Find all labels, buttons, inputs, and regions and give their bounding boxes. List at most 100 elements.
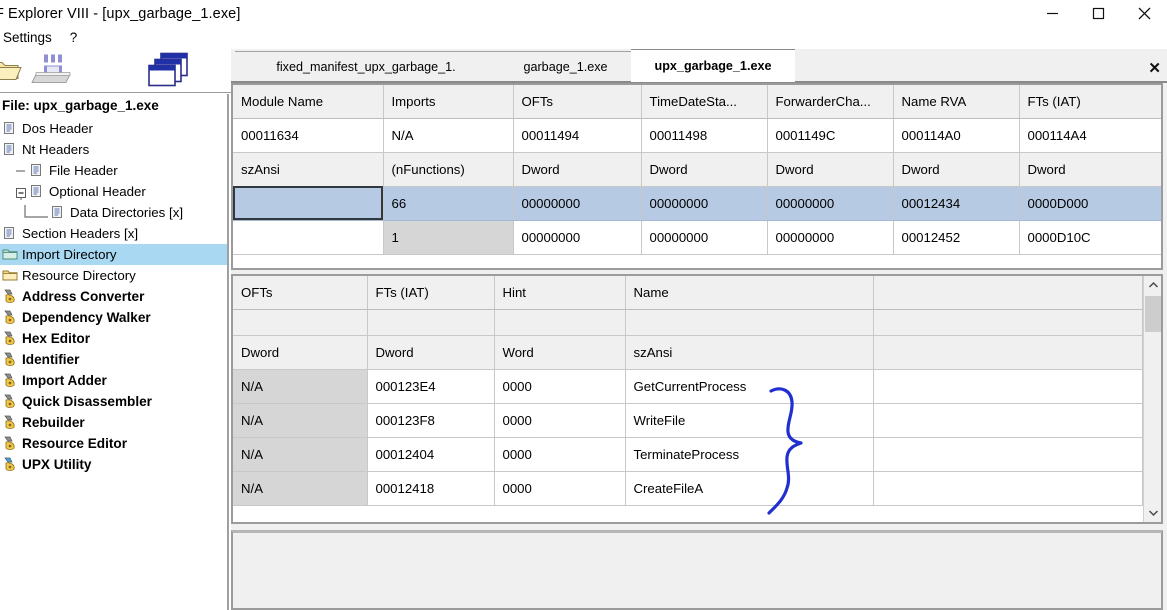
data-cell[interactable]: 0000D000	[1019, 186, 1161, 221]
sidebar-item-label: Resource Editor	[22, 436, 127, 451]
sidebar-item-upx-utility[interactable]: UPX Utility	[0, 454, 227, 475]
tool-icon	[2, 373, 19, 389]
sidebar-item-quick-disassembler[interactable]: Quick Disassembler	[0, 391, 227, 412]
column-header[interactable]: ForwarderCha...	[767, 85, 894, 119]
data-cell[interactable]: 00000000	[513, 220, 642, 255]
table-row[interactable]: szAnsi (nFunctions) Dword Dword Dword Dword Dw…	[233, 152, 1161, 187]
table-header-row: OFTs FTs (IAT) Hint Name	[233, 276, 1143, 310]
data-cell[interactable]: 0000	[494, 403, 626, 438]
sidebar-tree-panel[interactable]: File: upx_garbage_1.exe Dos Header Nt Hea…	[0, 94, 229, 610]
sidebar-item-resource-editor[interactable]: Resource Editor	[0, 433, 227, 454]
sidebar-item-address-converter[interactable]: Address Converter	[0, 286, 227, 307]
data-cell[interactable]: 00000000	[767, 186, 894, 221]
menu-help[interactable]: ?	[61, 27, 87, 49]
menu-settings[interactable]: Settings	[0, 27, 61, 49]
data-cell[interactable]: N/A	[233, 369, 368, 404]
column-header[interactable]: OFTs	[233, 276, 368, 310]
sidebar-item-file-header[interactable]: File Header	[0, 160, 227, 181]
data-cell[interactable]: 00012418	[367, 471, 495, 506]
data-cell[interactable]: 00000000	[641, 186, 768, 221]
data-cell[interactable]: N/A	[233, 437, 368, 472]
sidebar-item-rebuilder[interactable]: Rebuilder	[0, 412, 227, 433]
scrollbar-thumb[interactable]	[1145, 296, 1161, 332]
sidebar-item-data-directories-x[interactable]: Data Directories [x]	[0, 202, 227, 223]
data-cell[interactable]: 00000000	[641, 220, 768, 255]
table-row[interactable]: 66 00000000 00000000 00000000 00012434 0000D0…	[233, 186, 1161, 221]
sidebar-item-label: Import Adder	[22, 373, 107, 388]
table-row[interactable]: N/A 000123E4 0000 GetCurrentProcess	[233, 369, 1143, 404]
data-cell[interactable]: N/A	[233, 403, 368, 438]
thunk-vertical-scrollbar[interactable]	[1143, 276, 1161, 522]
thunk-table[interactable]: OFTs FTs (IAT) Hint Name Dword Dword Word szAns…	[233, 276, 1143, 506]
data-cell[interactable]: 0000	[494, 369, 626, 404]
scroll-down-icon[interactable]	[1144, 504, 1161, 522]
column-header[interactable]: TimeDateSta...	[641, 85, 768, 119]
tool-icon	[2, 415, 19, 431]
thunk-grid[interactable]: OFTs FTs (IAT) Hint Name Dword Dword Word szAns…	[231, 274, 1163, 524]
application-window: FF Explorer VIII - [upx_garbage_1.exe] S…	[0, 0, 1167, 610]
column-header[interactable]: Hint	[494, 276, 626, 310]
data-cell[interactable]: 0000	[494, 471, 626, 506]
data-cell[interactable]: 66	[383, 186, 514, 221]
data-cell[interactable]: 000123F8	[367, 403, 495, 438]
column-header[interactable]: Module Name	[233, 85, 384, 119]
data-cell[interactable]: 00012434	[893, 186, 1020, 221]
sidebar-item-import-adder[interactable]: Import Adder	[0, 370, 227, 391]
tab-fixed-manifest[interactable]: fixed_manifest_upx_garbage_1.	[235, 51, 497, 81]
column-header[interactable]: OFTs	[513, 85, 642, 119]
sidebar-item-label: Quick Disassembler	[22, 394, 152, 409]
sidebar-item-dependency-walker[interactable]: Dependency Walker	[0, 307, 227, 328]
table-row[interactable]: N/A 00012404 0000 TerminateProcess	[233, 437, 1143, 472]
close-tab-button[interactable]: ✕	[1148, 61, 1161, 76]
minimize-button[interactable]	[1029, 0, 1075, 27]
sidebar-item-resource-directory[interactable]: Resource Directory	[0, 265, 227, 286]
navigation-tree[interactable]: Dos Header Nt Headers File Header Optional …	[0, 118, 227, 475]
sidebar-item-section-headers-x[interactable]: Section Headers [x]	[0, 223, 227, 244]
data-cell[interactable]: N/A	[233, 471, 368, 506]
maximize-button[interactable]	[1075, 0, 1121, 27]
data-cell[interactable]: TerminateProcess	[625, 437, 874, 472]
save-icon[interactable]	[30, 52, 76, 89]
sidebar-item-dos-header[interactable]: Dos Header	[0, 118, 227, 139]
type-cell: Dword	[641, 152, 768, 187]
column-header[interactable]: FTs (IAT)	[1019, 85, 1161, 119]
sidebar-item-optional-header[interactable]: Optional Header	[0, 181, 227, 202]
sidebar-item-import-directory[interactable]: Import Directory	[0, 244, 227, 265]
data-cell[interactable]: GetCurrentProcess	[625, 369, 874, 404]
tool-blue-icon	[2, 457, 19, 473]
column-header[interactable]: Name	[625, 276, 874, 310]
data-cell[interactable]: 000123E4	[367, 369, 495, 404]
sidebar-item-identifier[interactable]: Identifier	[0, 349, 227, 370]
import-directory-grid[interactable]: Module Name Imports OFTs TimeDateSta... Forw…	[231, 83, 1163, 270]
table-row[interactable]: N/A 000123F8 0000 WriteFile	[233, 403, 1143, 438]
tab-upx-garbage-1-exe[interactable]: upx_garbage_1.exe	[631, 49, 795, 82]
scroll-up-icon[interactable]	[1144, 276, 1161, 294]
import-directory-table[interactable]: Module Name Imports OFTs TimeDateSta... Forw…	[233, 85, 1161, 255]
sidebar-item-hex-editor[interactable]: Hex Editor	[0, 328, 227, 349]
data-cell[interactable]: 00000000	[767, 220, 894, 255]
data-cell[interactable]	[233, 220, 384, 255]
table-row[interactable]: 1 00000000 00000000 00000000 00012452 0000D10…	[233, 220, 1161, 255]
table-row[interactable]	[233, 309, 1143, 336]
table-row[interactable]: 00011634 N/A 00011494 00011498 0001149C 00011…	[233, 118, 1161, 153]
data-cell[interactable]: 00000000	[513, 186, 642, 221]
data-cell[interactable]: WriteFile	[625, 403, 874, 438]
filler-cell	[873, 471, 1143, 506]
tab-garbage-1-exe[interactable]: garbage_1.exe	[497, 51, 634, 81]
open-file-icon[interactable]	[0, 54, 22, 87]
data-cell[interactable]: 1	[383, 220, 514, 255]
cascade-windows-icon[interactable]	[145, 50, 197, 91]
column-header[interactable]: FTs (IAT)	[367, 276, 495, 310]
sidebar-item-nt-headers[interactable]: Nt Headers	[0, 139, 227, 160]
close-button[interactable]	[1121, 0, 1167, 27]
data-cell[interactable]: 00012452	[893, 220, 1020, 255]
data-cell[interactable]: 0000D10C	[1019, 220, 1161, 255]
column-header[interactable]: Name RVA	[893, 85, 1020, 119]
data-cell[interactable]: CreateFileA	[625, 471, 874, 506]
data-cell[interactable]: 00012404	[367, 437, 495, 472]
table-row[interactable]: N/A 00012418 0000 CreateFileA	[233, 471, 1143, 506]
data-cell[interactable]	[233, 186, 384, 221]
data-cell[interactable]: 0000	[494, 437, 626, 472]
column-header[interactable]: Imports	[383, 85, 514, 119]
table-row[interactable]: Dword Dword Word szAnsi	[233, 335, 1143, 370]
